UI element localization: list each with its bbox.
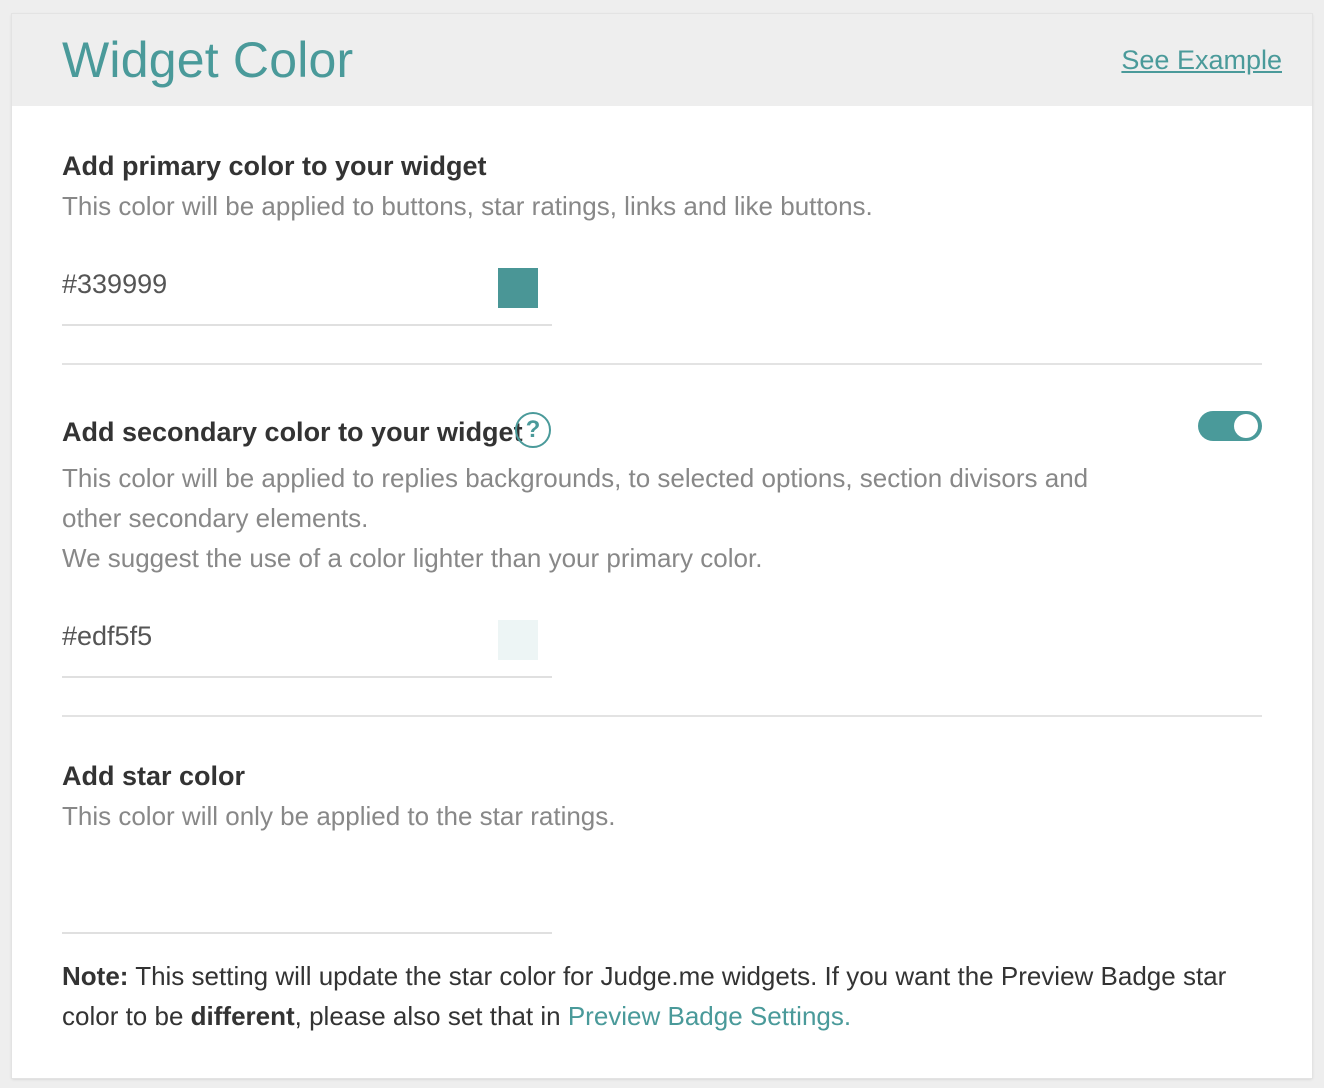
help-icon[interactable]: ? xyxy=(515,412,551,448)
secondary-color-swatch[interactable] xyxy=(498,620,538,660)
card-title: Widget Color xyxy=(62,32,354,88)
primary-color-description: This color will be applied to buttons, s… xyxy=(62,191,873,221)
note-emphasis: different xyxy=(190,1001,295,1031)
star-color-heading: Add star color xyxy=(62,761,246,791)
secondary-color-toggle[interactable] xyxy=(1198,411,1262,441)
widget-color-card: Widget Color See Example Add primary col… xyxy=(12,14,1312,1078)
star-color-description: This color will only be applied to the s… xyxy=(62,801,616,831)
note-text-part2: , please also set that in xyxy=(294,1001,568,1031)
toggle-knob xyxy=(1234,414,1258,438)
secondary-color-heading: Add secondary color to your widget xyxy=(62,417,523,447)
primary-color-field[interactable]: #339999 xyxy=(62,268,552,326)
star-color-field[interactable] xyxy=(62,876,552,934)
see-example-link[interactable]: See Example xyxy=(1121,44,1282,76)
section-divider xyxy=(62,715,1262,717)
note-text: Note: This setting will update the star … xyxy=(62,956,1272,1036)
preview-badge-settings-link[interactable]: Preview Badge Settings. xyxy=(568,1001,851,1031)
section-divider xyxy=(62,363,1262,365)
secondary-color-description-line1: This color will be applied to replies ba… xyxy=(62,463,1089,493)
primary-color-swatch[interactable] xyxy=(498,268,538,308)
primary-color-heading: Add primary color to your widget xyxy=(62,151,487,181)
card-header: Widget Color See Example xyxy=(12,14,1312,106)
primary-color-value[interactable]: #339999 xyxy=(62,268,167,300)
secondary-color-suggestion: We suggest the use of a color lighter th… xyxy=(62,543,763,573)
note-label: Note: xyxy=(62,961,129,991)
secondary-color-description-line2: other secondary elements. xyxy=(62,503,369,533)
secondary-color-field[interactable]: #edf5f5 xyxy=(62,620,552,678)
secondary-color-value[interactable]: #edf5f5 xyxy=(62,620,152,652)
